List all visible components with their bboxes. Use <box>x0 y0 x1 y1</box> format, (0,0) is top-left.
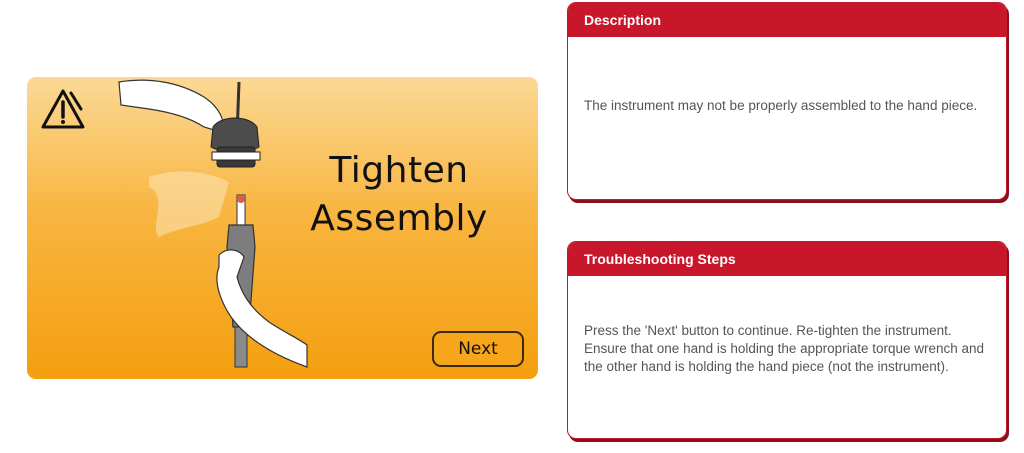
screen-title: Tighten Assembly <box>289 147 509 243</box>
troubleshooting-heading: Troubleshooting Steps <box>568 242 1006 276</box>
troubleshooting-text: Press the 'Next' button to continue. Re-… <box>584 323 985 374</box>
warning-icon <box>41 89 85 129</box>
title-line-1: Tighten <box>329 150 469 191</box>
device-screen: Tighten Assembly Next <box>27 77 538 379</box>
troubleshooting-panel: Troubleshooting Steps Press the 'Next' b… <box>568 242 1006 438</box>
description-text: The instrument may not be properly assem… <box>584 98 978 113</box>
description-heading: Description <box>568 3 1006 37</box>
title-line-2: Assembly <box>310 198 488 239</box>
next-button[interactable]: Next <box>432 331 524 367</box>
description-panel: Description The instrument may not be pr… <box>568 3 1006 199</box>
torque-wrench-illustration <box>118 79 308 368</box>
